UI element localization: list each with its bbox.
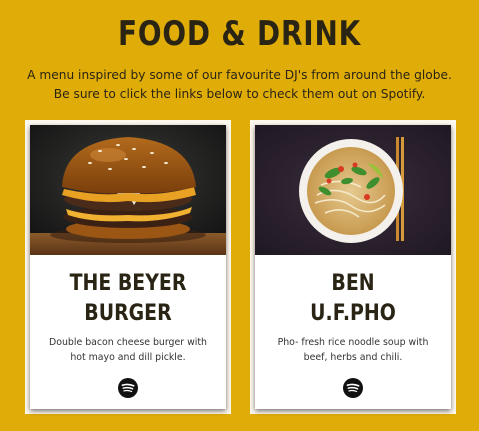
burger-photo [30, 125, 226, 255]
menu-item-name: THE BEYER BURGER [44, 269, 213, 329]
intro-text: A menu inspired by some of our favourite… [27, 68, 452, 101]
menu-card-inner: THE BEYER BURGER Double bacon cheese bur… [30, 125, 226, 409]
menu-card-pho: BEN U.F.PHO Pho- fresh rice noodle soup … [250, 120, 456, 414]
menu-card-burger: THE BEYER BURGER Double bacon cheese bur… [25, 120, 231, 414]
page-title: FOOD & DRINK [117, 14, 362, 54]
menu-item-name-line1: BEN [331, 271, 375, 296]
menu-item-name-line1: THE BEYER [69, 271, 187, 296]
menu-item-name-line2: BURGER [84, 301, 172, 326]
spotify-icon[interactable] [118, 378, 138, 398]
pho-photo [255, 125, 451, 255]
menu-item-description: Pho- fresh rice noodle soup with beef, h… [277, 337, 429, 363]
menu-item-name: BEN U.F.PHO [269, 269, 438, 329]
spotify-icon[interactable] [343, 378, 363, 398]
menu-item-name-line2: U.F.PHO [310, 301, 396, 326]
menu-card-inner: BEN U.F.PHO Pho- fresh rice noodle soup … [255, 125, 451, 409]
menu-item-description: Double bacon cheese burger with hot mayo… [49, 337, 207, 363]
